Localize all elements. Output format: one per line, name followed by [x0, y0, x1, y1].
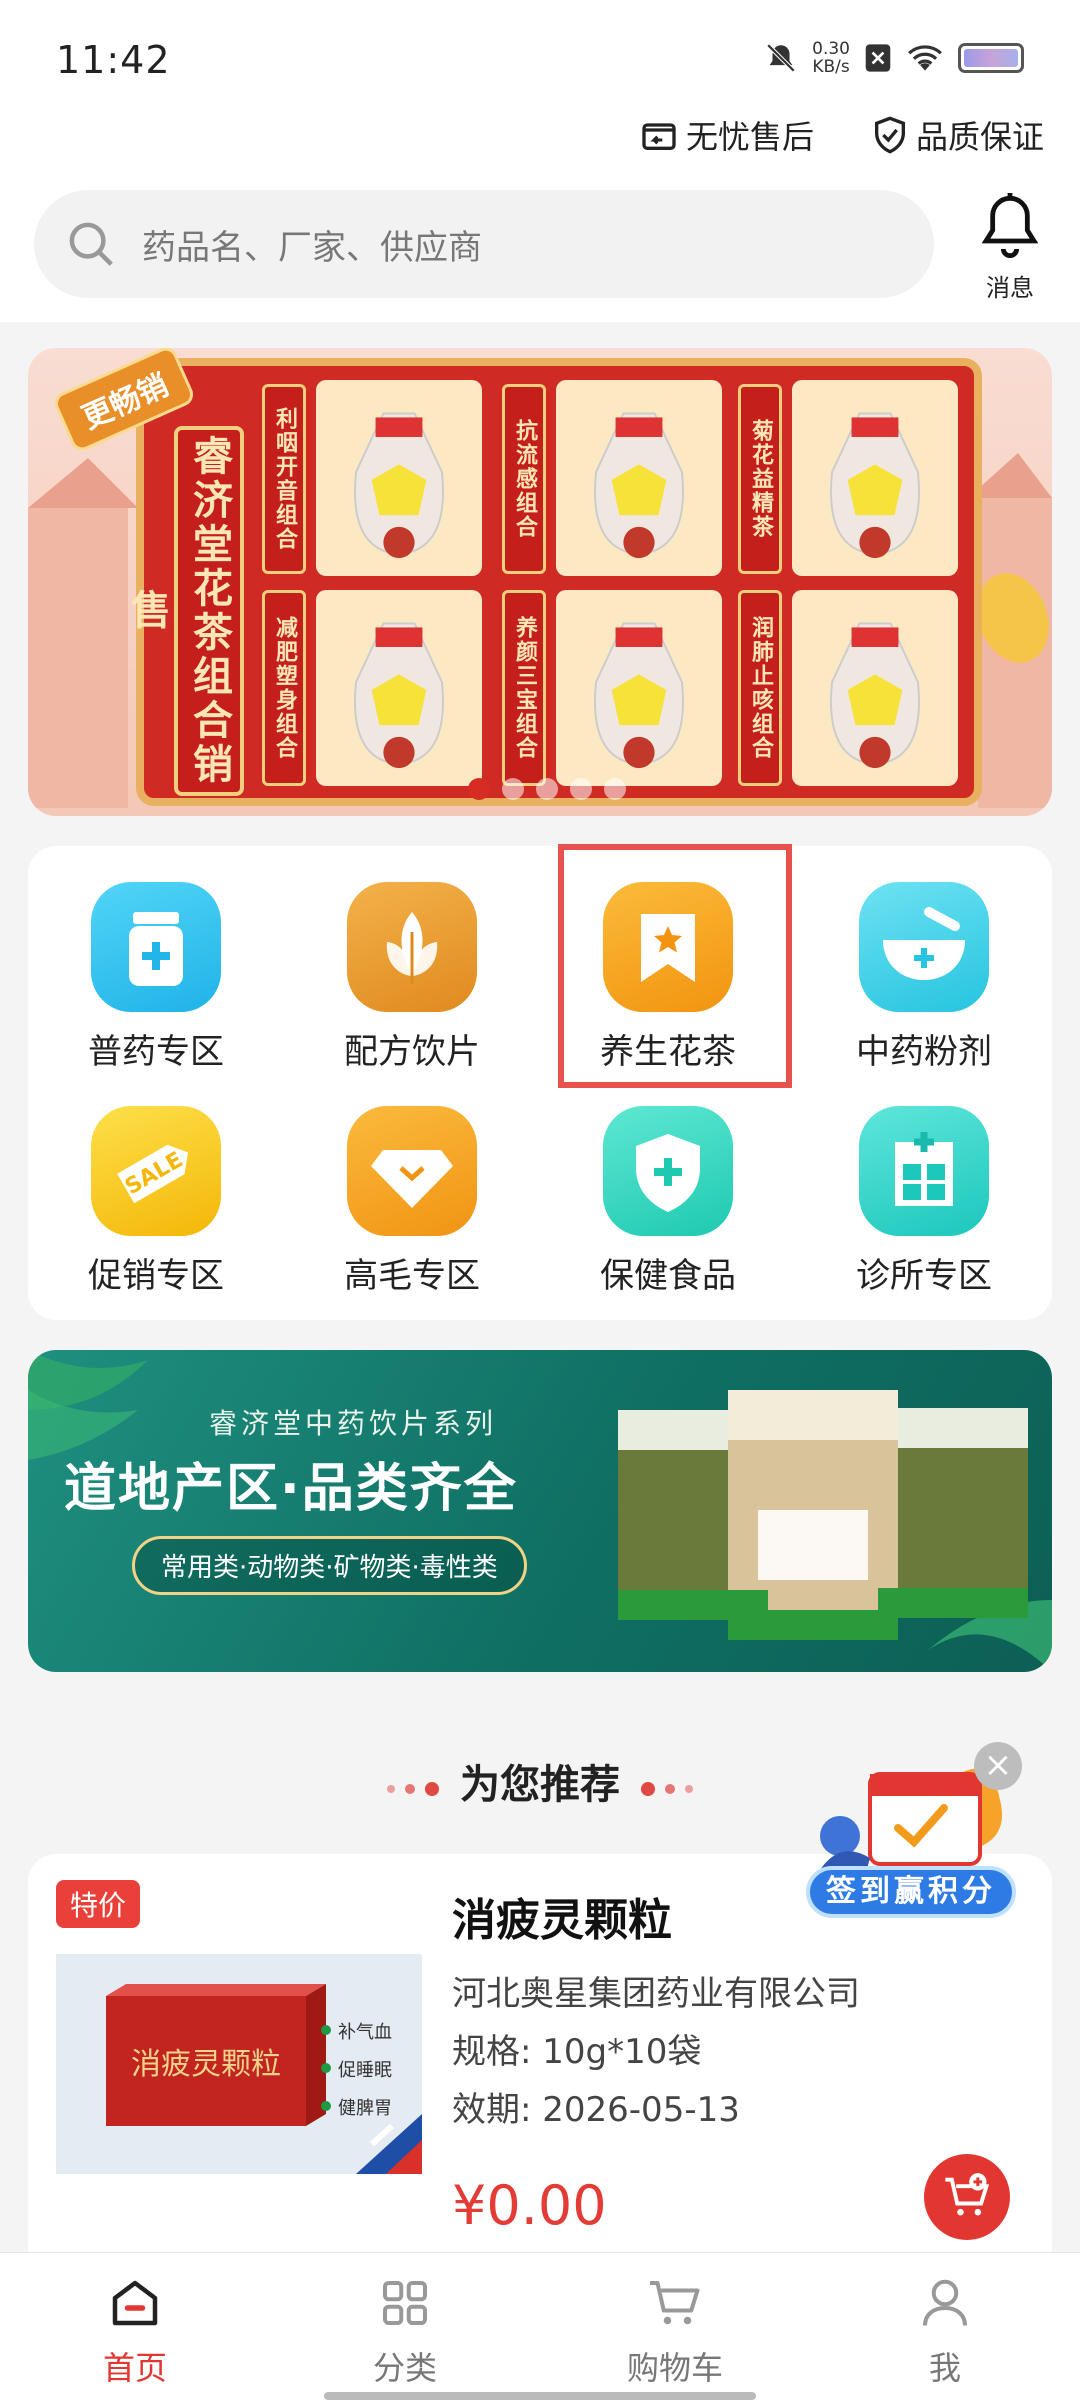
- combo-label: 抗流感组合: [502, 384, 546, 574]
- gesture-bar[interactable]: [324, 2392, 756, 2400]
- combo-label: 润肺止咳组合: [738, 590, 782, 786]
- product-expiry: 效期: 2026-05-13: [452, 2090, 740, 2130]
- nav-home[interactable]: 首页: [0, 2273, 270, 2389]
- nav-label: 我: [928, 2349, 961, 2387]
- tea-bag-image: [556, 590, 722, 786]
- category-label: 配方饮片: [344, 1032, 480, 1072]
- product-price: ¥0.00: [452, 2174, 607, 2237]
- carousel-dot[interactable]: [536, 778, 558, 800]
- return-box-icon: [642, 123, 676, 150]
- combo-label: 养颜三宝组合: [502, 590, 546, 786]
- person-icon: [923, 2279, 967, 2326]
- search-input[interactable]: 药品名、厂家、供应商: [142, 220, 482, 269]
- network-speed: 0.30 KB/s: [812, 39, 850, 77]
- category-clinic[interactable]: 诊所专区: [796, 1106, 1052, 1297]
- after-sales-guarantee[interactable]: 无忧售后: [638, 112, 814, 158]
- add-cart-icon: [945, 2173, 990, 2216]
- category-promotion[interactable]: SALE 促销专区: [28, 1106, 284, 1297]
- benefit-text: 促睡眠: [338, 2060, 392, 2081]
- shield-plus-icon: [603, 1106, 733, 1236]
- banner-subtitle: 睿济堂中药饮片系列: [208, 1407, 497, 1440]
- clinic-icon: [859, 1106, 989, 1236]
- sim-x-icon: [865, 44, 891, 72]
- special-price-badge: 特价: [56, 1880, 141, 1928]
- benefit-text: 健脾胃: [338, 2098, 392, 2119]
- banner-title: 睿济堂花茶组合销售: [124, 426, 244, 796]
- category-formula-slices[interactable]: 配方饮片: [284, 882, 540, 1073]
- mute-bell-icon: [766, 43, 796, 73]
- product-manufacturer: 河北奥星集团药业有限公司: [452, 1974, 860, 2014]
- mortar-bowl-icon: [859, 882, 989, 1012]
- product-name[interactable]: 消疲灵颗粒: [452, 1884, 672, 1948]
- combo-label: 减肥塑身组合: [262, 590, 306, 786]
- nav-category[interactable]: 分类: [270, 2273, 540, 2389]
- tea-bag-image: [316, 380, 482, 576]
- combo-label: 菊花益精茶: [738, 384, 782, 574]
- tea-bag-image: [556, 380, 722, 576]
- nav-me[interactable]: 我: [810, 2273, 1080, 2389]
- diamond-icon: [347, 1106, 477, 1236]
- promo-banner-tea[interactable]: 睿济堂花茶组合销售 利咽开音组合 抗流感组合 菊花益精茶 减肥塑身组合 养颜三宝…: [28, 348, 1052, 816]
- message-label: 消息: [986, 274, 1034, 302]
- carousel-dot[interactable]: [468, 778, 490, 800]
- bottom-nav: 首页 分类 购物车 我: [0, 2252, 1080, 2408]
- quality-guarantee[interactable]: 品质保证: [870, 112, 1044, 158]
- status-icons: 0.30 KB/s: [764, 40, 1024, 76]
- tea-bag-image: [792, 380, 958, 576]
- banner-frame: 睿济堂花茶组合销售 利咽开音组合 抗流感组合 菊花益精茶 减肥塑身组合 养颜三宝…: [124, 358, 982, 806]
- category-health-food[interactable]: 保健食品: [540, 1106, 796, 1297]
- search-icon: [69, 222, 113, 266]
- combo-label: 利咽开音组合: [262, 384, 306, 574]
- nav-label: 首页: [102, 2349, 167, 2387]
- category-label: 诊所专区: [856, 1256, 992, 1296]
- highlight-box: [558, 844, 792, 1088]
- category-label: 中药粉剂: [856, 1032, 992, 1072]
- box-title: 消疲灵颗粒: [131, 2047, 281, 2082]
- product-spec: 规格: 10g*10袋: [452, 2032, 702, 2072]
- category-tcm-powder[interactable]: 中药粉剂: [796, 882, 1052, 1073]
- carousel-dots[interactable]: [468, 778, 626, 800]
- after-sales-label: 无忧售后: [686, 118, 815, 156]
- carousel-dot[interactable]: [570, 778, 592, 800]
- quality-label: 品质保证: [916, 118, 1045, 156]
- herb-packages-image: [618, 1390, 1028, 1640]
- signin-label: 签到赢积分: [826, 1874, 996, 1909]
- nav-cart[interactable]: 购物车: [540, 2273, 810, 2389]
- add-to-cart-button[interactable]: [924, 2154, 1010, 2240]
- carousel-dot[interactable]: [604, 778, 626, 800]
- clock: 11:42: [56, 38, 171, 82]
- nav-label: 分类: [372, 2349, 437, 2387]
- sale-tag-icon: SALE: [91, 1106, 221, 1236]
- banner-title: 道地产区·品类齐全: [64, 1459, 518, 1519]
- herb-leaf-icon: [347, 882, 477, 1012]
- category-grid: 普药专区 配方饮片 养生花茶 中药粉剂 SALE 促销专区 高毛专区 保健食品: [28, 846, 1052, 1320]
- product-image: 消疲灵颗粒 补气血 促睡眠 健脾胃: [56, 1954, 422, 2174]
- benefit-text: 补气血: [338, 2022, 392, 2043]
- cart-icon: [650, 2281, 700, 2325]
- category-label: 普药专区: [88, 1032, 224, 1072]
- bell-icon: [981, 193, 1039, 259]
- wifi-icon: [908, 45, 942, 71]
- category-label: 高毛专区: [344, 1256, 480, 1296]
- grid-icon: [383, 2281, 427, 2325]
- promo-banner-herbal-slices[interactable]: 睿济堂中药饮片系列 道地产区·品类齐全 常用类·动物类·矿物类·毒性类: [28, 1350, 1052, 1672]
- category-general-medicine[interactable]: 普药专区: [28, 882, 284, 1073]
- category-label: 促销专区: [88, 1256, 224, 1296]
- banner-categories-pill: 常用类·动物类·矿物类·毒性类: [132, 1536, 527, 1595]
- message-button[interactable]: 消息: [970, 190, 1050, 303]
- medicine-bottle-icon: [91, 882, 221, 1012]
- shield-check-icon: [875, 116, 905, 154]
- tea-bag-image: [792, 590, 958, 786]
- carousel-dot[interactable]: [502, 778, 524, 800]
- home-icon: [112, 2280, 158, 2326]
- tea-bag-image: [316, 590, 482, 786]
- category-high-margin[interactable]: 高毛专区: [284, 1106, 540, 1297]
- close-icon[interactable]: ×: [974, 1742, 1022, 1790]
- category-label: 保健食品: [600, 1256, 736, 1296]
- nav-label: 购物车: [626, 2349, 723, 2387]
- battery-icon: [958, 43, 1024, 73]
- search-bar[interactable]: 药品名、厂家、供应商: [34, 190, 934, 298]
